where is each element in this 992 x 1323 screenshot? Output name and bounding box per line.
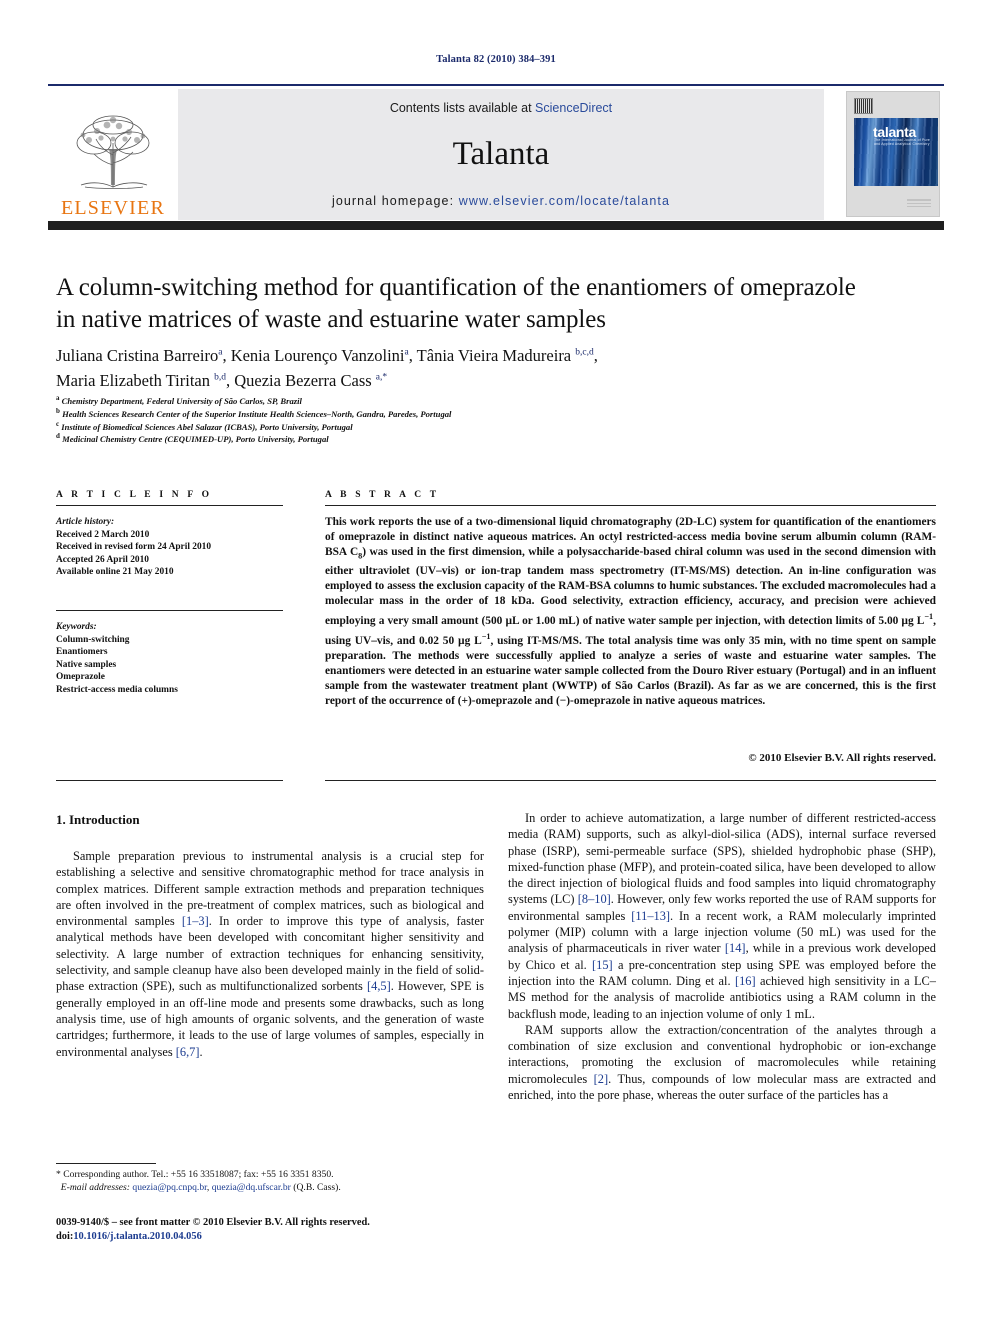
abstract-text: This work reports the use of a two-dimen… bbox=[325, 516, 936, 707]
paper-page: Talanta 82 (2010) 384–391 ELSEVIER Conte… bbox=[0, 0, 992, 1323]
author-affil-marks: a,* bbox=[375, 372, 388, 383]
paragraph: In order to achieve automatization, a la… bbox=[508, 811, 936, 1021]
doi-prefix: doi: bbox=[56, 1231, 74, 1242]
keyword-item: Restrict-access media columns bbox=[56, 684, 178, 695]
author-name: Tânia Vieira Madureira bbox=[416, 346, 572, 365]
barcode-icon bbox=[854, 98, 873, 114]
divider-abstract-bottom bbox=[325, 780, 936, 781]
keyword-item: Enantiomers bbox=[56, 647, 108, 658]
doi-line: doi:10.1016/j.talanta.2010.04.056 bbox=[56, 1230, 516, 1244]
keyword-item: Column-switching bbox=[56, 634, 130, 645]
corresponding-author-note: * Corresponding author. Tel.: +55 16 335… bbox=[56, 1169, 334, 1180]
author-name: Kenia Lourenço Vanzolini bbox=[230, 346, 405, 365]
email-link-2[interactable]: quezia@dq.ufscar.br bbox=[212, 1182, 291, 1193]
footnote-divider bbox=[56, 1163, 156, 1164]
affiliation-item: b Health Sciences Research Center of the… bbox=[56, 406, 936, 421]
author-name: Quezia Bezerra Cass bbox=[234, 371, 372, 390]
issn-line: 0039-9140/$ – see front matter © 2010 El… bbox=[56, 1217, 370, 1228]
article-history-label: Article history: bbox=[56, 517, 115, 527]
article-history: Article history: Received 2 March 2010 R… bbox=[56, 516, 286, 579]
journal-cover-wrap: talanta The International Journal of Pur… bbox=[840, 89, 944, 220]
elsevier-logo: ELSEVIER bbox=[48, 89, 178, 220]
copyright-line: © 2010 Elsevier B.V. All rights reserved… bbox=[748, 752, 936, 764]
title-line-2: in native matrices of waste and estuarin… bbox=[56, 306, 606, 333]
affiliation-text: Chemistry Department, Federal University… bbox=[61, 396, 302, 406]
title-line-1: A column-switching method for quantifica… bbox=[56, 274, 856, 301]
journal-homepage-link[interactable]: www.elsevier.com/locate/talanta bbox=[459, 194, 670, 208]
author-affil-marks: a bbox=[404, 347, 409, 358]
elsevier-wordmark: ELSEVIER bbox=[60, 197, 166, 219]
divider-info-bottom bbox=[56, 780, 283, 781]
author: Quezia Bezerra Cass a,* bbox=[234, 371, 387, 390]
divider-info-top bbox=[56, 505, 283, 506]
section-heading-introduction: 1. Introduction bbox=[56, 812, 140, 827]
author-list: Juliana Cristina Barreiroa, Kenia Louren… bbox=[56, 346, 598, 390]
footnote-block: * Corresponding author. Tel.: +55 16 335… bbox=[56, 1168, 476, 1194]
author: Tânia Vieira Madureira b,c,d bbox=[417, 346, 594, 365]
cover-subtitle: The International Journal of Pure and Ap… bbox=[874, 138, 930, 146]
affiliation-text: Health Sciences Research Center of the S… bbox=[62, 408, 452, 419]
abstract-heading: A B S T R A C T bbox=[325, 490, 440, 500]
affiliation-mark: c bbox=[56, 419, 60, 428]
doi-link[interactable]: 10.1016/j.talanta.2010.04.056 bbox=[73, 1231, 201, 1242]
author-name: Maria Elizabeth Tiritan bbox=[56, 371, 210, 390]
author-affil-marks: a bbox=[218, 347, 223, 358]
email-note: E-mail addresses: quezia@pq.cnpq.br, que… bbox=[60, 1182, 341, 1193]
article-history-item: Received in revised form 24 April 2010 bbox=[56, 542, 212, 553]
journal-masthead: ELSEVIER Contents lists available at Sci… bbox=[48, 84, 944, 220]
affiliation-text: Institute of Biomedical Sciences Abel Sa… bbox=[61, 421, 353, 432]
affiliation-mark: d bbox=[56, 432, 60, 441]
author-name: Juliana Cristina Barreiro bbox=[56, 346, 219, 365]
body-column-left: Sample preparation previous to instrumen… bbox=[56, 848, 484, 1060]
affiliation-item: d Medicinal Chemistry Centre (CEQUIMED-U… bbox=[56, 433, 936, 446]
author: Juliana Cristina Barreiroa bbox=[56, 346, 222, 365]
article-history-item: Accepted 26 April 2010 bbox=[56, 554, 149, 565]
elsevier-tree-icon bbox=[76, 115, 150, 189]
keyword-item: Native samples bbox=[56, 659, 117, 670]
running-head: Talanta 82 (2010) 384–391 bbox=[436, 54, 556, 65]
contents-available-line: Contents lists available at ScienceDirec… bbox=[390, 101, 612, 115]
email-label: E-mail addresses: bbox=[60, 1182, 130, 1193]
affiliation-text: Medicinal Chemistry Centre (CEQUIMED-UP)… bbox=[62, 434, 329, 445]
article-history-item: Received 2 March 2010 bbox=[56, 529, 150, 540]
divider-info-mid bbox=[56, 610, 283, 611]
paragraph: Sample preparation previous to instrumen… bbox=[56, 849, 485, 1059]
keyword-item: Omeprazole bbox=[56, 672, 105, 683]
affiliation-item: c Institute of Biomedical Sciences Abel … bbox=[56, 419, 936, 434]
sciencedirect-link[interactable]: ScienceDirect bbox=[535, 101, 612, 115]
keyword-list: Keywords: Column-switching Enantiomers N… bbox=[56, 621, 286, 697]
divider-abstract-top bbox=[325, 505, 936, 506]
issn-copyright-block: 0039-9140/$ – see front matter © 2010 El… bbox=[56, 1216, 516, 1244]
email-suffix: (Q.B. Cass). bbox=[293, 1182, 341, 1193]
paragraph: RAM supports allow the extraction/concen… bbox=[508, 1022, 936, 1103]
journal-homepage-line: journal homepage: www.elsevier.com/locat… bbox=[332, 194, 670, 208]
email-link-1[interactable]: quezia@pq.cnpq.br bbox=[132, 1182, 207, 1193]
author: Maria Elizabeth Tiritan b,d bbox=[56, 371, 226, 390]
author-affil-marks: b,c,d bbox=[575, 347, 594, 358]
journal-title: Talanta bbox=[452, 136, 550, 172]
homepage-prefix: journal homepage: bbox=[331, 194, 459, 208]
page-title: A column-switching method for quantifica… bbox=[56, 272, 936, 336]
contents-prefix: Contents lists available at bbox=[389, 101, 536, 115]
masthead-black-band bbox=[48, 221, 944, 230]
article-info-heading: A R T I C L E I N F O bbox=[56, 490, 213, 500]
body-column-right: In order to achieve automatization, a la… bbox=[508, 810, 936, 1103]
author-affil-marks: b,d bbox=[214, 372, 226, 383]
author: Kenia Lourenço Vanzolinia bbox=[231, 346, 409, 365]
cover-footer-mark-icon bbox=[907, 199, 931, 210]
affiliation-list: a Chemistry Department, Federal Universi… bbox=[56, 395, 936, 446]
keywords-label: Keywords: bbox=[56, 622, 97, 632]
journal-cover-image: talanta The International Journal of Pur… bbox=[846, 91, 940, 217]
affiliation-item: a Chemistry Department, Federal Universi… bbox=[56, 395, 936, 408]
affiliation-mark: a bbox=[56, 394, 60, 403]
affiliation-mark: b bbox=[56, 406, 60, 415]
contents-band: Contents lists available at ScienceDirec… bbox=[178, 89, 824, 220]
article-history-item: Available online 21 May 2010 bbox=[56, 567, 174, 578]
